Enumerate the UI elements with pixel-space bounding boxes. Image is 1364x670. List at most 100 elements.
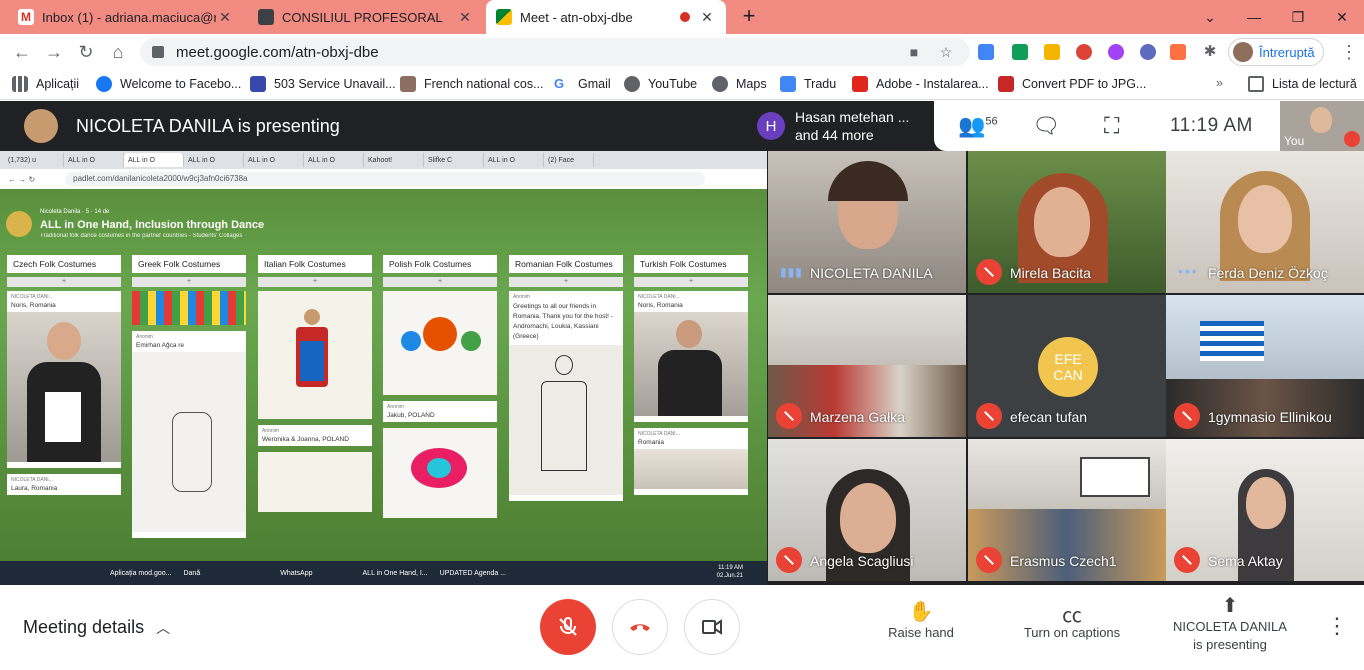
forward-icon[interactable]: → [42, 40, 66, 64]
padlet-card: NICOLETA DANI... Noris, Romania [634, 291, 748, 422]
more-options-icon[interactable]: ⋮ [1326, 613, 1348, 639]
other-participants-chip[interactable]: H Hasan metehan ... and 44 more [747, 105, 933, 147]
self-view-tile[interactable]: You [1280, 101, 1364, 151]
bookmark-youtube[interactable]: YouTube [624, 76, 697, 92]
participant-tile[interactable]: EFE CAN efecan tufan [968, 295, 1166, 437]
url-text: meet.google.com/atn-obxj-dbe [176, 43, 379, 61]
chat-icon[interactable]: 🗨 [1032, 113, 1060, 139]
gmail-icon: M [18, 9, 34, 25]
hang-up-icon [630, 624, 650, 631]
padlet-column: Romanian Folk Costumes + Anonim Greeting… [509, 255, 623, 507]
muted-mic-icon [1174, 547, 1200, 573]
new-tab-button[interactable]: + [736, 4, 762, 30]
extension-icon[interactable] [1076, 44, 1092, 60]
participant-tile[interactable]: Angela Scagliusi [768, 439, 966, 581]
apps-grid-icon [12, 76, 28, 92]
back-icon[interactable]: ← [10, 40, 34, 64]
people-button[interactable]: 👥56 [958, 113, 998, 139]
padlet-card: NICOLETA DANI... Laura, Romania [7, 474, 121, 495]
restore-icon[interactable]: ❐ [1276, 9, 1320, 26]
translate-icon [780, 76, 796, 92]
shared-screen: (1,732) u ALL in O ALL in O ALL in O ALL… [0, 151, 767, 585]
mic-off-icon [559, 617, 577, 636]
bookmark-facebook[interactable]: Welcome to Facebo... [96, 76, 241, 92]
puzzle-extensions-icon[interactable]: ✱ [1202, 44, 1218, 60]
address-bar[interactable]: meet.google.com/atn-obxj-dbe [140, 38, 970, 66]
new-extension-icon[interactable] [1170, 44, 1186, 60]
bookmark-french-costume[interactable]: French national cos... [400, 76, 544, 92]
minimize-icon[interactable]: — [1232, 9, 1276, 25]
browser-menu-icon[interactable]: ⋮ [1340, 42, 1358, 63]
sheets-extension-icon[interactable] [1012, 44, 1028, 60]
padlet-card [258, 291, 372, 419]
padlet-card [383, 291, 497, 395]
participant-tile[interactable]: Mirela Bacita [968, 151, 1166, 293]
camera-toggle-button[interactable] [684, 599, 740, 655]
present-now-button[interactable]: ⬆ NICOLETA DANILA is presenting [1164, 593, 1296, 652]
card-drawing [258, 291, 372, 419]
activities-icon[interactable]: ⛶ [1104, 113, 1119, 139]
captions-icon: ㏄ [1062, 605, 1082, 627]
padlet-card: Anonim Weronika & Joanna, POLAND [258, 425, 372, 446]
avatar [1233, 42, 1253, 62]
bookmark-star-icon[interactable]: ☆ [938, 44, 954, 60]
browser-toolbar: ← → ↻ ⌂ meet.google.com/atn-obxj-dbe ■ ☆… [0, 34, 1364, 70]
padlet-column: Italian Folk Costumes + Anonim Weronika … [258, 255, 372, 518]
participant-tile[interactable]: Marzena Gałka [768, 295, 966, 437]
people-icon: 👥 [958, 113, 986, 138]
extension-icon[interactable] [1140, 44, 1156, 60]
bookmark-convert-pdf[interactable]: Convert PDF to JPG... [998, 76, 1146, 92]
tab-consiliul[interactable]: CONSILIUL PROFESORAL ✕ [248, 0, 484, 34]
camera-in-use-icon[interactable]: ■ [906, 44, 922, 60]
close-window-icon[interactable]: ✕ [1320, 9, 1364, 26]
shield-extension-icon[interactable] [1044, 44, 1060, 60]
mic-toggle-button[interactable] [540, 599, 596, 655]
card-photo [7, 312, 121, 462]
home-icon[interactable]: ⌂ [106, 40, 130, 64]
present-screen-icon: ⬆ [1221, 595, 1239, 617]
add-post-icon: + [383, 277, 497, 287]
padlet-card: Anonim Jakub, POLAND [383, 401, 497, 422]
add-post-icon: + [258, 277, 372, 287]
card-photo [634, 312, 748, 416]
profile-button[interactable]: Întreruptă [1228, 38, 1324, 66]
bookmark-tradu[interactable]: Tradu [780, 76, 836, 92]
leave-call-button[interactable] [612, 599, 668, 655]
padlet-card: Anonim Emirhan Ağca re [132, 331, 246, 538]
bookmark-apps[interactable]: Aplicații [12, 76, 79, 92]
bookmark-maps[interactable]: Maps [712, 76, 767, 92]
participant-tile[interactable]: Erasmus Czech1 [968, 439, 1166, 581]
reading-list-button[interactable]: Lista de lectură [1248, 76, 1357, 92]
participant-tile[interactable]: Sema Aktay [1166, 439, 1364, 581]
bookmark-503[interactable]: 503 Service Unavail... [250, 76, 396, 92]
tab-meet[interactable]: Meet - atn-obxj-dbe ✕ [486, 0, 726, 34]
speaking-indicator-icon: ▮▮▮ [780, 265, 803, 279]
captions-button[interactable]: ㏄ Turn on captions [1014, 599, 1130, 640]
close-tab-icon[interactable]: ✕ [456, 9, 474, 26]
card-drawing [383, 428, 497, 518]
raise-hand-button[interactable]: ✋ Raise hand [880, 599, 962, 640]
meeting-details-button[interactable]: Meeting details ︿ [23, 617, 170, 638]
participant-tile[interactable]: ▮▮▮ NICOLETA DANILA [768, 151, 966, 293]
padlet-card: NICOLETA DANI... Romania [634, 428, 748, 495]
padlet-logo [6, 211, 32, 237]
facebook-icon [96, 76, 112, 92]
tab-search-icon[interactable]: ⌄ [1188, 9, 1232, 26]
close-tab-icon[interactable]: ✕ [216, 9, 234, 26]
page-icon [998, 76, 1014, 92]
tab-inbox[interactable]: M Inbox (1) - adriana.maciuca@nifu ✕ [8, 0, 244, 34]
bookmark-gmail[interactable]: G Gmail [554, 76, 611, 92]
presenter-banner: NICOLETA DANILA is presenting [0, 101, 767, 151]
card-photo [634, 449, 748, 489]
translate-extension-icon[interactable] [978, 44, 994, 60]
bookmark-adobe[interactable]: Adobe - Instalarea... [852, 76, 989, 92]
bookmarks-overflow-icon[interactable]: » [1216, 76, 1223, 90]
reload-icon[interactable]: ↻ [74, 40, 98, 64]
participant-tile[interactable]: 1gymnasio Ellinikou [1166, 295, 1364, 437]
padlet-card [258, 452, 372, 512]
meet-bottom-bar: Meeting details ︿ ✋ Raise hand ㏄ Turn on… [0, 585, 1364, 670]
extension-icon[interactable] [1108, 44, 1124, 60]
close-tab-icon[interactable]: ✕ [698, 9, 716, 26]
participant-tile[interactable]: ••• Ferda Deniz Özkoç [1166, 151, 1364, 293]
muted-mic-icon [976, 547, 1002, 573]
